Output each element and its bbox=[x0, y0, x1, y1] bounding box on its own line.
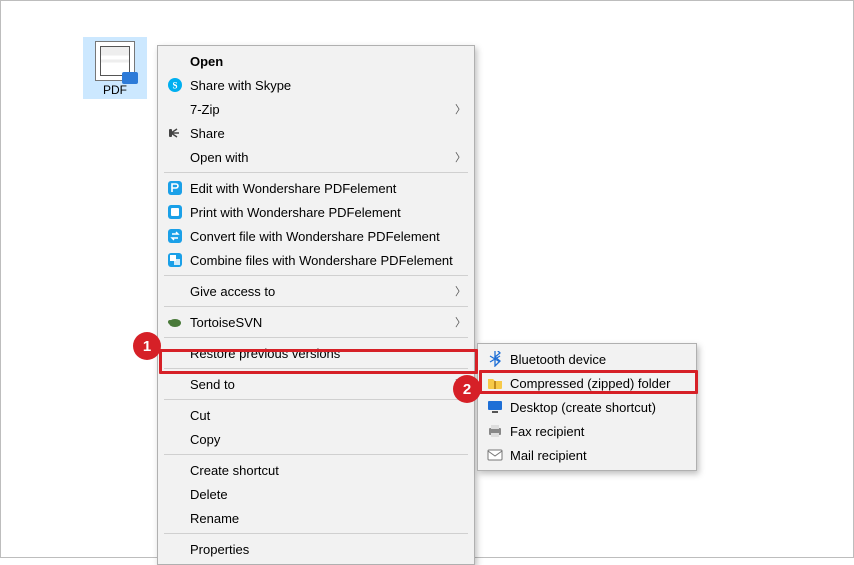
menu-restore[interactable]: Restore previous versions bbox=[158, 341, 474, 365]
desktop-icon bbox=[484, 397, 506, 417]
separator bbox=[164, 275, 468, 276]
menu-share[interactable]: Share bbox=[158, 121, 474, 145]
menu-rename[interactable]: Rename bbox=[158, 506, 474, 530]
separator bbox=[164, 306, 468, 307]
submenu-mail[interactable]: Mail recipient bbox=[478, 443, 696, 467]
menu-tortoisesvn[interactable]: TortoiseSVN 〉 bbox=[158, 310, 474, 334]
submenu-arrow-icon: 〉 bbox=[455, 314, 466, 330]
zip-folder-icon bbox=[484, 373, 506, 393]
menu-cut[interactable]: Cut bbox=[158, 403, 474, 427]
menu-combine-pdfe-label: Combine files with Wondershare PDFelemen… bbox=[190, 253, 466, 268]
submenu-desktop-label: Desktop (create shortcut) bbox=[510, 400, 688, 415]
pdf-file-label: PDF bbox=[85, 83, 145, 97]
menu-open-with-label: Open with bbox=[190, 150, 447, 165]
menu-cut-label: Cut bbox=[190, 408, 466, 423]
blank-icon bbox=[164, 99, 186, 119]
menu-share-skype[interactable]: S Share with Skype bbox=[158, 73, 474, 97]
menu-delete-label: Delete bbox=[190, 487, 466, 502]
menu-edit-pdfe[interactable]: Edit with Wondershare PDFelement bbox=[158, 176, 474, 200]
menu-send-to[interactable]: Send to 〉 bbox=[158, 372, 474, 396]
pdfelement-icon bbox=[164, 178, 186, 198]
blank-icon bbox=[164, 343, 186, 363]
menu-create-shortcut[interactable]: Create shortcut bbox=[158, 458, 474, 482]
submenu-arrow-icon: 〉 bbox=[455, 283, 466, 299]
submenu-zip-label: Compressed (zipped) folder bbox=[510, 376, 688, 391]
menu-create-shortcut-label: Create shortcut bbox=[190, 463, 466, 478]
blank-icon bbox=[164, 429, 186, 449]
mail-icon bbox=[484, 445, 506, 465]
menu-open-label: Open bbox=[190, 54, 466, 69]
share-icon bbox=[164, 123, 186, 143]
svg-text:S: S bbox=[172, 81, 177, 91]
menu-send-to-label: Send to bbox=[190, 377, 447, 392]
blank-icon bbox=[164, 374, 186, 394]
menu-tortoisesvn-label: TortoiseSVN bbox=[190, 315, 447, 330]
bluetooth-icon bbox=[484, 349, 506, 369]
blank-icon bbox=[164, 484, 186, 504]
menu-combine-pdfe[interactable]: Combine files with Wondershare PDFelemen… bbox=[158, 248, 474, 272]
menu-copy-label: Copy bbox=[190, 432, 466, 447]
menu-share-skype-label: Share with Skype bbox=[190, 78, 466, 93]
blank-icon bbox=[164, 539, 186, 559]
blank-icon bbox=[164, 508, 186, 528]
pdfelement-icon bbox=[164, 226, 186, 246]
menu-7zip-label: 7-Zip bbox=[190, 102, 447, 117]
blank-icon bbox=[164, 460, 186, 480]
menu-delete[interactable]: Delete bbox=[158, 482, 474, 506]
separator bbox=[164, 533, 468, 534]
menu-properties[interactable]: Properties bbox=[158, 537, 474, 561]
menu-print-pdfe[interactable]: Print with Wondershare PDFelement bbox=[158, 200, 474, 224]
menu-7zip[interactable]: 7-Zip 〉 bbox=[158, 97, 474, 121]
submenu-arrow-icon: 〉 bbox=[455, 101, 466, 117]
context-menu: Open S Share with Skype 7-Zip 〉 Share Op… bbox=[157, 45, 475, 565]
submenu-mail-label: Mail recipient bbox=[510, 448, 688, 463]
menu-share-label: Share bbox=[190, 126, 466, 141]
pdfelement-icon bbox=[164, 202, 186, 222]
menu-edit-pdfe-label: Edit with Wondershare PDFelement bbox=[190, 181, 466, 196]
separator bbox=[164, 172, 468, 173]
fax-icon bbox=[484, 421, 506, 441]
separator bbox=[164, 399, 468, 400]
separator bbox=[164, 454, 468, 455]
separator bbox=[164, 337, 468, 338]
menu-print-pdfe-label: Print with Wondershare PDFelement bbox=[190, 205, 466, 220]
submenu-fax[interactable]: Fax recipient bbox=[478, 419, 696, 443]
send-to-submenu: Bluetooth device Compressed (zipped) fol… bbox=[477, 343, 697, 471]
menu-give-access[interactable]: Give access to 〉 bbox=[158, 279, 474, 303]
pdf-file-icon bbox=[95, 41, 135, 81]
submenu-desktop[interactable]: Desktop (create shortcut) bbox=[478, 395, 696, 419]
annotation-badge-1-label: 1 bbox=[143, 338, 151, 355]
blank-icon bbox=[164, 405, 186, 425]
pdfelement-icon bbox=[164, 250, 186, 270]
pdf-file[interactable]: PDF bbox=[83, 37, 147, 99]
menu-rename-label: Rename bbox=[190, 511, 466, 526]
submenu-bluetooth[interactable]: Bluetooth device bbox=[478, 347, 696, 371]
blank-icon bbox=[164, 281, 186, 301]
submenu-arrow-icon: 〉 bbox=[455, 376, 466, 392]
submenu-arrow-icon: 〉 bbox=[455, 149, 466, 165]
blank-icon bbox=[164, 147, 186, 167]
submenu-fax-label: Fax recipient bbox=[510, 424, 688, 439]
menu-convert-pdfe-label: Convert file with Wondershare PDFelement bbox=[190, 229, 466, 244]
tortoisesvn-icon bbox=[164, 312, 186, 332]
menu-restore-label: Restore previous versions bbox=[190, 346, 466, 361]
menu-copy[interactable]: Copy bbox=[158, 427, 474, 451]
menu-convert-pdfe[interactable]: Convert file with Wondershare PDFelement bbox=[158, 224, 474, 248]
menu-give-access-label: Give access to bbox=[190, 284, 447, 299]
workspace: PDF Open S Share with Skype 7-Zip 〉 Shar… bbox=[0, 0, 854, 558]
blank-icon bbox=[164, 51, 186, 71]
submenu-zip[interactable]: Compressed (zipped) folder bbox=[478, 371, 696, 395]
menu-properties-label: Properties bbox=[190, 542, 466, 557]
skype-icon: S bbox=[164, 75, 186, 95]
submenu-bluetooth-label: Bluetooth device bbox=[510, 352, 688, 367]
separator bbox=[164, 368, 468, 369]
menu-open-with[interactable]: Open with 〉 bbox=[158, 145, 474, 169]
menu-open[interactable]: Open bbox=[158, 49, 474, 73]
